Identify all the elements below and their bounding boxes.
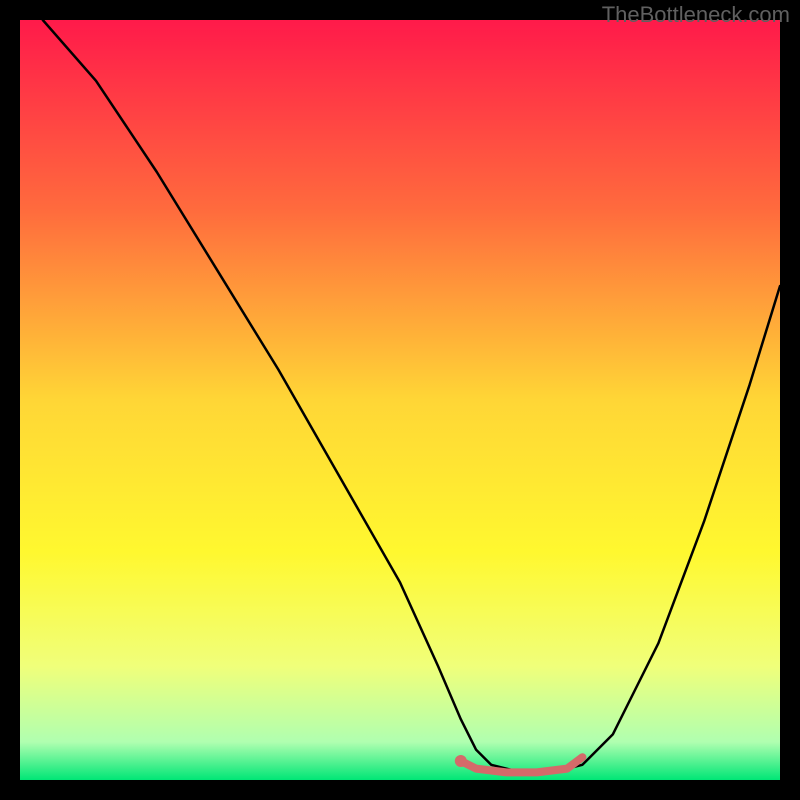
bottleneck-chart [20,20,780,780]
gradient-background [20,20,780,780]
optimal-point [455,755,467,767]
watermark-text: TheBottleneck.com [602,2,790,28]
chart-container [20,20,780,780]
marker-group [455,755,467,767]
